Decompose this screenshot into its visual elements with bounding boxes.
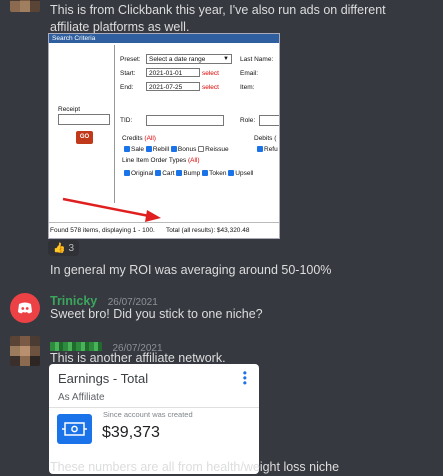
avatar[interactable] bbox=[10, 336, 40, 366]
reaction-count: 3 bbox=[68, 242, 75, 254]
found-items-text: Found 578 items, displaying 1 - 100. bbox=[50, 227, 155, 234]
reaction-thumbs-up[interactable]: 👍 3 bbox=[48, 240, 80, 256]
thumbs-up-icon: 👍 bbox=[53, 242, 66, 254]
earnings-card[interactable]: Earnings - Total • • • As Affiliate Since … bbox=[49, 364, 259, 474]
message-text: This is from Clickbank this year, I've a… bbox=[50, 3, 386, 34]
message-text: In general my ROI was averaging around 5… bbox=[50, 263, 332, 277]
results-divider bbox=[49, 222, 279, 223]
more-options-icon[interactable]: • • • bbox=[243, 367, 247, 389]
avatar[interactable] bbox=[10, 0, 40, 12]
red-arrow bbox=[62, 197, 161, 222]
earnings-amount: $39,373 bbox=[102, 424, 160, 441]
message-text: Sweet bro! Did you stick to one niche? bbox=[50, 307, 263, 321]
discord-logo-icon bbox=[18, 302, 32, 314]
card-divider bbox=[49, 407, 259, 408]
money-icon bbox=[57, 414, 92, 444]
card-title: Earnings - Total bbox=[58, 371, 149, 386]
since-created-label: Since account was created bbox=[103, 410, 193, 419]
attachment-image[interactable]: Search Criteria Preset: Select a date ra… bbox=[48, 33, 280, 239]
avatar[interactable] bbox=[10, 293, 40, 323]
total-results-text: Total (all results): $43,320.48 bbox=[166, 227, 250, 234]
message-text-partial: These numbers are all from health/weight… bbox=[50, 460, 340, 474]
card-subtitle: As Affiliate bbox=[58, 392, 105, 403]
